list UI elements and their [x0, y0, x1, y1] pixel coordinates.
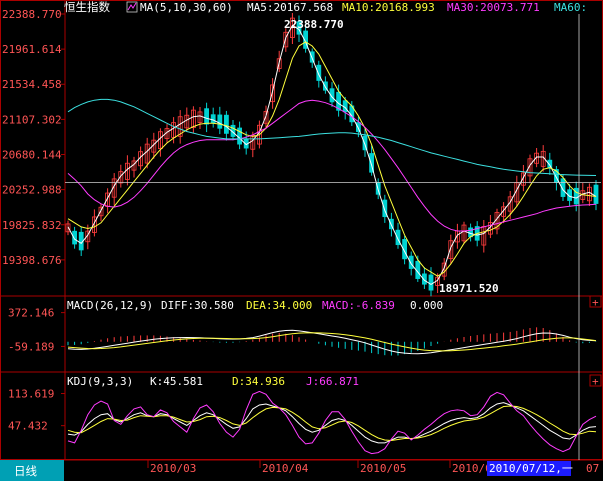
macd-value: MACD:-6.839	[322, 299, 395, 312]
macd-tick-label: 372.146	[8, 307, 54, 320]
kdj-k-line	[67, 402, 597, 444]
price-tick-label: 21961.614	[2, 43, 62, 56]
candle-body	[593, 184, 599, 204]
ma30-value: MA30:20073.771	[447, 1, 540, 14]
price-tick-label: 21107.302	[2, 113, 62, 126]
candle-body	[355, 122, 361, 132]
candle-body	[204, 108, 210, 125]
kdj-tick-label: 113.619	[8, 388, 54, 401]
price-tick-label: 20680.144	[2, 149, 62, 162]
ma5-value: MA5:20167.568	[247, 1, 333, 14]
chart-canvas[interactable]: 恒生指数 MA(5,10,30,60) MA5:20167.568 MA10:2…	[0, 0, 603, 481]
date-label: 2010/05	[360, 462, 406, 475]
kdj-d-value: D:34.936	[232, 375, 285, 388]
macd-diff-value: DIFF:30.580	[161, 299, 234, 312]
price-tick-label: 20252.988	[2, 184, 62, 197]
kdj-params-label: KDJ(9,3,3)	[67, 375, 133, 388]
instrument-name: 恒生指数	[64, 0, 110, 14]
kdj-pane-button[interactable]: +	[589, 374, 602, 388]
price-tick-label: 19398.676	[2, 254, 62, 267]
cursor-date: 2010/07/12,一	[489, 462, 573, 475]
price-tick-label: 19825.832	[2, 219, 62, 232]
kdj-j-value: J:66.871	[306, 375, 359, 388]
candle-body	[468, 227, 474, 238]
date-label: 2010/04	[262, 462, 309, 475]
high-price-label: 22388.770	[284, 18, 344, 31]
period-tab-label: 日线	[14, 464, 37, 478]
candle-body	[428, 274, 434, 291]
price-tick-label: 21534.458	[2, 78, 62, 91]
macd-pane-button[interactable]: +	[589, 295, 602, 309]
kdj-k-value: K:45.581	[150, 375, 203, 388]
price-tick-label: 22388.770	[2, 8, 62, 21]
stock-chart-window: 恒生指数 MA(5,10,30,60) MA5:20167.568 MA10:2…	[0, 0, 603, 481]
kdj-tick-label: 47.432	[8, 420, 48, 433]
plus-icon: +	[592, 296, 599, 309]
kdj-j-line	[67, 390, 597, 455]
cursor-date-tail: 07	[586, 462, 599, 475]
date-label: 2010/03	[150, 462, 196, 475]
macd-extra-value: 0.000	[410, 299, 443, 312]
ma-params-label: MA(5,10,30,60)	[140, 1, 233, 14]
candle-body	[210, 114, 216, 124]
ma60-value: MA60:	[554, 1, 587, 14]
macd-params-label: MACD(26,12,9)	[67, 299, 153, 312]
plus-icon: +	[592, 375, 599, 388]
ma-legend-icon	[126, 1, 138, 13]
macd-tick-label: -59.189	[8, 340, 54, 353]
low-price-label: 18971.520	[439, 282, 499, 295]
ma10-value: MA10:20168.993	[342, 1, 435, 14]
candle-body	[217, 114, 223, 129]
candle-body	[223, 114, 229, 134]
macd-dea-value: DEA:34.000	[246, 299, 312, 312]
